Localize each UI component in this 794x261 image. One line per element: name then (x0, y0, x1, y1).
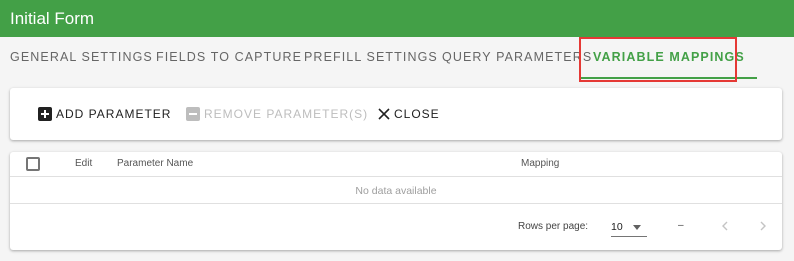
tab-prefill-settings[interactable]: Prefill Settings (304, 37, 438, 79)
tab-general-settings[interactable]: General Settings (10, 37, 153, 79)
tab-variable-mappings[interactable]: Variable Mappings (581, 37, 757, 79)
rows-per-page-select[interactable]: 10 (611, 217, 647, 237)
remove-parameters-button[interactable]: Remove Parameter(s) (186, 104, 368, 124)
table-footer: Rows per page: 10 – (10, 205, 782, 250)
tab-fields-to-capture[interactable]: Fields to Capture (156, 37, 302, 79)
close-label: Close (394, 107, 440, 121)
add-parameter-label: Add Parameter (56, 107, 172, 121)
window-title: Initial Form (0, 0, 794, 37)
toolbar: Add Parameter Remove Parameter(s) Close (10, 88, 782, 140)
empty-table-message: No data available (10, 178, 782, 204)
caret-down-icon (633, 225, 641, 230)
minus-box-icon (186, 107, 200, 121)
close-icon (378, 108, 390, 120)
page-range-text: – (678, 220, 684, 231)
rows-per-page-label: Rows per page: (518, 221, 589, 232)
add-parameter-button[interactable]: Add Parameter (38, 104, 171, 124)
previous-page-button[interactable] (713, 215, 737, 239)
parameters-table: Edit Parameter Name Mapping No data avai… (10, 152, 782, 250)
select-all-checkbox[interactable] (26, 157, 40, 171)
plus-box-icon (38, 107, 52, 121)
column-header-mapping[interactable]: Mapping (521, 152, 559, 176)
tab-bar: General Settings Fields to Capture Prefi… (0, 37, 794, 79)
close-button[interactable]: Close (378, 104, 440, 124)
rows-per-page-value: 10 (611, 221, 623, 233)
chevron-right-icon (758, 221, 768, 234)
next-page-button[interactable] (751, 215, 775, 239)
column-header-parameter-name[interactable]: Parameter Name (117, 152, 193, 176)
chevron-left-icon (720, 221, 730, 234)
remove-parameters-label: Remove Parameter(s) (204, 107, 369, 121)
table-header: Edit Parameter Name Mapping (10, 152, 782, 177)
tab-query-parameters[interactable]: Query Parameters (442, 37, 592, 79)
column-header-edit[interactable]: Edit (75, 152, 92, 176)
